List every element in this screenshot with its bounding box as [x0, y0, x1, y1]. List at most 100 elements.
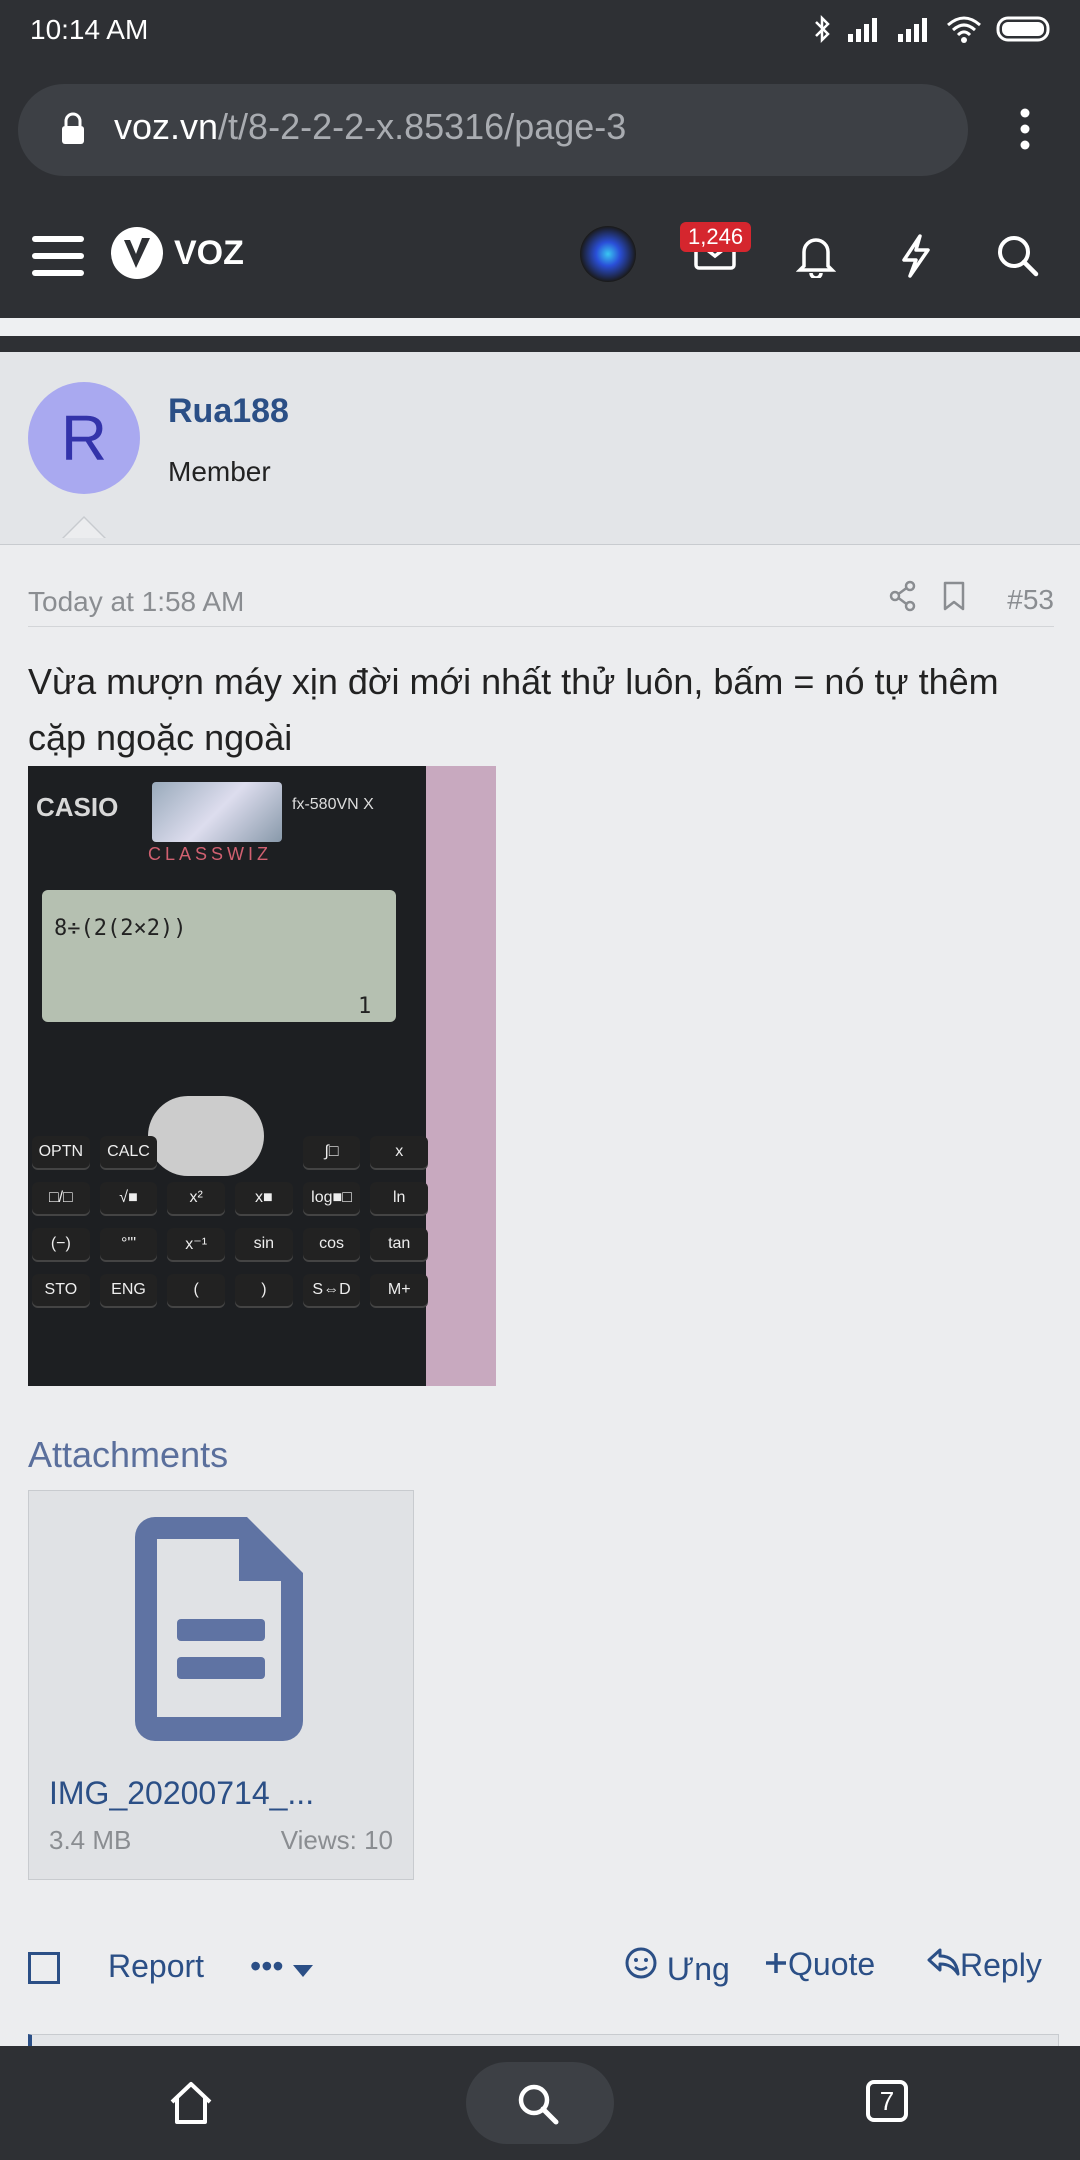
calc-key: ENG — [99, 1274, 158, 1306]
attachment-filename[interactable]: IMG_20200714_... — [49, 1775, 314, 1812]
calc-key: ( — [167, 1274, 226, 1306]
calc-key: □/□ — [32, 1182, 90, 1214]
home-icon[interactable] — [168, 2080, 214, 2126]
user-avatar-letter[interactable]: R — [28, 382, 140, 494]
thread-content: R Rua188 Member Today at 1:58 AM #53 Vừa… — [0, 318, 1080, 2046]
calc-key: x⁻¹ — [167, 1228, 226, 1260]
key-row: (−) °'" x⁻¹ sin cos tan — [28, 1228, 429, 1260]
calculator-model: fx-580VN X — [292, 796, 374, 813]
search-icon[interactable] — [996, 234, 1040, 278]
calc-key: cos — [302, 1228, 361, 1260]
calc-key: ) — [235, 1274, 293, 1306]
attachment-views: Views: 10 — [280, 1825, 393, 1855]
calc-key: ∫□ — [302, 1136, 361, 1168]
key-row: □/□ √■ x² x■ log■□ ln — [28, 1182, 429, 1214]
more-actions-button[interactable]: ••• — [250, 1948, 313, 1985]
calculator-photo[interactable]: CASIO fx-580VN X CLASSWIZ 8÷(2(2×2)) 1 O… — [28, 766, 496, 1386]
user-role: Member — [168, 456, 271, 487]
hologram-sticker — [152, 782, 282, 842]
calc-key: x■ — [235, 1182, 293, 1214]
calc-key: √■ — [99, 1182, 158, 1214]
reply-button[interactable]: Reply — [926, 1946, 1042, 1984]
status-bar: 10:14 AM — [0, 0, 1080, 64]
post-user-header: R Rua188 Member — [0, 352, 1080, 545]
post-actions: Report ••• Ưng Quote Reply — [28, 1938, 1054, 2008]
react-button[interactable]: Ưng — [624, 1946, 730, 1988]
select-post-checkbox[interactable] — [28, 1952, 60, 1984]
post-body-text: Vừa mượn máy xịn đời mới nhất thử luôn, … — [28, 661, 999, 758]
attachment-card[interactable]: IMG_20200714_... 3.4 MB Views: 10 — [28, 1490, 414, 1880]
quote-label: Quote — [788, 1946, 876, 1982]
quote-button[interactable]: Quote — [764, 1946, 875, 1983]
calc-key: (−) — [32, 1228, 90, 1260]
user-avatar[interactable] — [580, 226, 636, 282]
calc-key: log■□ — [302, 1182, 361, 1214]
react-label: Ưng — [666, 1951, 730, 1987]
calc-key: S⇔D — [302, 1274, 361, 1306]
calc-key: M+ — [370, 1274, 429, 1306]
header-caret-fill — [64, 518, 104, 538]
url-text[interactable]: voz.vn/t/8-2-2-2-x.85316/page-3 — [114, 106, 626, 148]
signal-icon-2 — [898, 18, 927, 42]
url-domain: voz.vn — [114, 106, 219, 147]
next-post-edge — [28, 2034, 1059, 2046]
calculator-screen — [42, 890, 396, 1022]
avatar-initial: R — [60, 402, 108, 474]
bell-icon[interactable] — [796, 234, 836, 278]
calculator-brand: CASIO — [36, 792, 119, 822]
post-meta: Today at 1:58 AM #53 — [28, 580, 1054, 627]
attachments-heading: Attachments — [28, 1434, 229, 1475]
signal-icon — [848, 18, 877, 42]
browser-menu-icon[interactable] — [1020, 108, 1030, 150]
voz-logo-icon — [111, 227, 163, 279]
status-icons — [814, 14, 1054, 44]
photo-background — [426, 766, 496, 1386]
wifi-icon — [947, 16, 981, 43]
site-logo[interactable]: VOZ — [110, 226, 244, 280]
calc-key: °'" — [99, 1228, 158, 1260]
calc-key: CALC — [99, 1136, 158, 1168]
emoji-icon — [625, 1947, 657, 1979]
report-button[interactable]: Report — [108, 1948, 204, 1985]
reply-icon — [927, 1948, 960, 1976]
tab-count: 7 — [879, 2085, 895, 2116]
more-label: ••• — [250, 1948, 284, 1984]
reply-label: Reply — [960, 1947, 1042, 1983]
lightning-icon[interactable] — [898, 234, 934, 278]
calculator-expression: 8÷(2(2×2)) — [54, 916, 187, 941]
url-path: /t/8-2-2-2-x.85316/page-3 — [218, 106, 627, 147]
calc-key: ln — [370, 1182, 429, 1214]
status-time: 10:14 AM — [30, 14, 149, 45]
attachment-size: 3.4 MB — [49, 1825, 132, 1855]
bottom-search-button[interactable] — [466, 2062, 614, 2144]
caret-down-icon — [292, 1965, 313, 1977]
calc-key: sin — [235, 1228, 293, 1260]
share-icon[interactable] — [888, 580, 918, 612]
url-bar[interactable]: voz.vn/t/8-2-2-2-x.85316/page-3 — [18, 84, 968, 176]
tab-switcher-button[interactable]: 7 — [866, 2080, 908, 2122]
post-date[interactable]: Today at 1:58 AM — [28, 586, 244, 618]
previous-post-edge — [0, 318, 1080, 336]
search-icon — [518, 2084, 559, 2125]
battery-icon — [996, 16, 1050, 42]
browser-toolbar: voz.vn/t/8-2-2-2-x.85316/page-3 — [0, 64, 1080, 196]
inbox-badge: 1,246 — [680, 222, 752, 252]
username[interactable]: Rua188 — [168, 392, 289, 431]
calc-key: tan — [370, 1228, 429, 1260]
calc-key: OPTN — [32, 1136, 90, 1168]
calculator-result: 1 — [358, 994, 372, 1019]
browser-bottom-nav: 7 — [0, 2046, 1080, 2160]
logo-text: VOZ — [174, 233, 244, 272]
calculator-keypad: OPTN CALC ∫□ x □/□ √■ x² x■ log■□ ln (−)… — [28, 1136, 429, 1320]
post-top-border — [0, 336, 1080, 352]
site-header: VOZ 1,246 — [0, 196, 1080, 318]
file-icon — [135, 1517, 303, 1741]
hamburger-menu-icon[interactable] — [32, 234, 84, 278]
bookmark-icon[interactable] — [942, 580, 966, 612]
lock-icon — [62, 112, 84, 144]
plus-icon — [766, 1953, 786, 1973]
key-row: STO ENG ( ) S⇔D M+ — [28, 1274, 429, 1306]
calculator-series: CLASSWIZ — [148, 844, 273, 864]
bluetooth-icon — [815, 14, 830, 44]
post-number[interactable]: #53 — [1007, 584, 1054, 616]
